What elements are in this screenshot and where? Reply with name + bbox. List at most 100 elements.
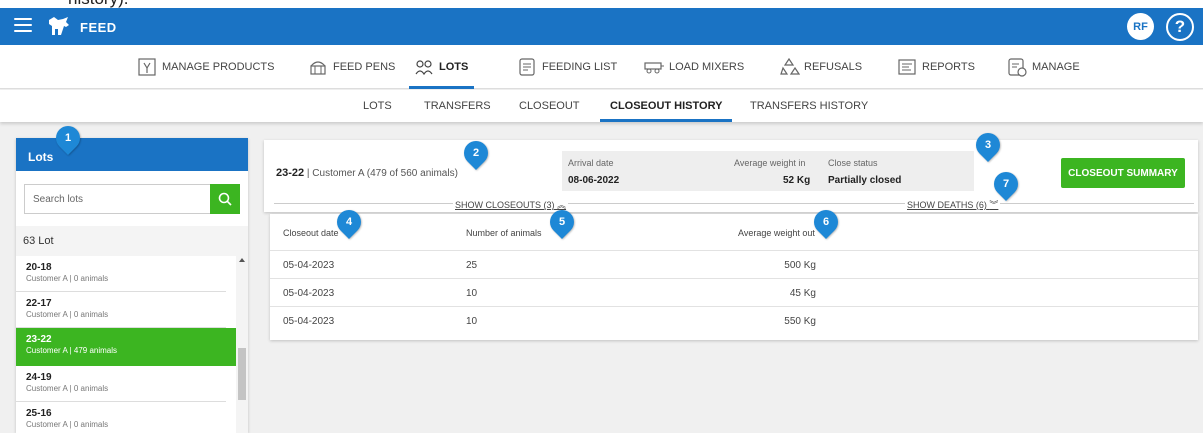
close-status-value: Partially closed [828, 175, 902, 186]
menu-icon[interactable] [14, 18, 32, 34]
refusals-icon [780, 57, 800, 75]
main-nav: MANAGE PRODUCTS FEED PENS LOTS FEEDING L… [0, 45, 1203, 89]
marker-number: 2 [472, 147, 480, 159]
table-row: 05-04-2023 10 45 Kg [270, 278, 1198, 306]
lot-code: 20-18 [26, 262, 52, 273]
nav-label: REFUSALS [804, 61, 863, 73]
tab-closeout[interactable]: CLOSEOUT [519, 90, 580, 122]
lot-subtitle: Customer A | 0 animals [26, 384, 109, 393]
nav-label: LOTS [439, 61, 469, 73]
closeouts-table: Closeout date Number of animals Average … [270, 214, 1198, 340]
scroll-up-icon[interactable] [239, 258, 245, 262]
nav-label: MANAGE PRODUCTS [162, 61, 275, 73]
nav-refusals[interactable]: REFUSALS [778, 45, 862, 89]
cell-average-weight-out: 550 Kg [784, 316, 816, 327]
cell-number-of-animals: 25 [466, 260, 478, 271]
marker-number: 3 [984, 139, 992, 151]
search-input[interactable] [25, 185, 205, 213]
arrival-date-label: Arrival date [568, 158, 614, 168]
lot-count: 63 Lot [16, 226, 248, 256]
user-avatar[interactable]: RF [1127, 13, 1154, 40]
cell-average-weight-out: 45 Kg [789, 288, 816, 299]
cell-average-weight-out: 500 Kg [784, 260, 816, 271]
manage-icon [1008, 58, 1027, 77]
nav-lots[interactable]: LOTS [408, 45, 475, 89]
caption-strip: history). [0, 0, 1203, 8]
lot-code: 22-17 [26, 298, 52, 309]
col-number-of-animals: Number of animals [466, 228, 542, 238]
col-closeout-date: Closeout date [283, 228, 339, 238]
caption-text: history). [68, 0, 128, 8]
lot-customer-info: | Customer A (479 of 560 animals) [304, 168, 458, 179]
lot-code: 24-19 [26, 372, 52, 383]
lot-item-22-17[interactable]: 22-17 Customer A | 0 animals [16, 292, 226, 328]
lot-subtitle: Customer A | 0 animals [26, 274, 109, 283]
nav-feeding-list[interactable]: FEEDING LIST [516, 45, 617, 89]
sub-nav: LOTS TRANSFERS CLOSEOUT CLOSEOUT HISTORY… [0, 90, 1203, 122]
callout-marker-4: 4 [332, 205, 366, 239]
tab-closeout-history[interactable]: CLOSEOUT HISTORY [599, 90, 733, 122]
lots-icon [415, 60, 433, 76]
nav-load-mixers[interactable]: LOAD MIXERS [643, 45, 744, 89]
lot-code: 23-22 [26, 334, 52, 345]
nav-label: FEED PENS [333, 61, 396, 73]
lot-detail-card: 23-22 | Customer A (479 of 560 animals) … [264, 140, 1198, 212]
tab-transfers[interactable]: TRANSFERS [424, 90, 491, 122]
nav-label: MANAGE [1032, 61, 1080, 73]
feed-pens-icon [310, 61, 326, 75]
help-icon[interactable]: ? [1166, 13, 1194, 41]
nav-reports[interactable]: REPORTS [896, 45, 975, 89]
close-status-label: Close status [828, 158, 878, 168]
lot-item-25-16[interactable]: 25-16 Customer A | 0 animals [16, 402, 226, 433]
closeout-summary-button[interactable]: CLOSEOUT SUMMARY [1061, 158, 1185, 188]
cell-closeout-date: 05-04-2023 [283, 316, 335, 327]
lot-list: 20-18 Customer A | 0 animals 22-17 Custo… [16, 256, 236, 433]
marker-number: 1 [64, 132, 72, 144]
cell-number-of-animals: 10 [466, 288, 478, 299]
avg-weight-in-label: Average weight in [734, 158, 806, 168]
lot-list-scrollbar[interactable] [236, 254, 248, 433]
lot-subtitle: Customer A | 0 animals [26, 420, 109, 429]
load-mixers-icon [644, 62, 664, 74]
lot-item-24-19[interactable]: 24-19 Customer A | 0 animals [16, 366, 226, 402]
nav-manage-products[interactable]: MANAGE PRODUCTS [136, 45, 274, 89]
lot-item-20-18[interactable]: 20-18 Customer A | 0 animals [16, 256, 226, 292]
tab-transfers-history[interactable]: TRANSFERS HISTORY [750, 90, 868, 122]
nav-label: LOAD MIXERS [669, 61, 745, 73]
scroll-thumb[interactable] [238, 348, 246, 400]
table-row: 05-04-2023 10 550 Kg [270, 306, 1198, 334]
avg-weight-in-value: 52 Kg [783, 175, 811, 186]
lot-subtitle: Customer A | 479 animals [26, 346, 118, 355]
nav-manage[interactable]: MANAGE [1006, 45, 1080, 89]
callout-marker-1: 1 [51, 121, 85, 155]
callout-marker-3: 3 [971, 128, 1005, 162]
callout-marker-2: 2 [459, 136, 493, 170]
cell-closeout-date: 05-04-2023 [283, 288, 335, 299]
lot-subtitle: Customer A | 0 animals [26, 310, 109, 319]
chevron-down-icon: ︾ [989, 200, 999, 210]
lot-detail-code: 23-22 [276, 167, 305, 179]
cell-closeout-date: 05-04-2023 [283, 260, 335, 271]
show-deaths-label: SHOW DEATHS (6) [907, 200, 987, 210]
feeding-list-icon [519, 58, 535, 76]
divider [274, 203, 1194, 204]
callout-marker-6: 6 [809, 205, 843, 239]
nav-label: FEEDING LIST [542, 61, 618, 73]
col-average-weight-out: Average weight out [738, 228, 815, 238]
tab-lots[interactable]: LOTS [363, 90, 392, 122]
cell-number-of-animals: 10 [466, 316, 478, 327]
lot-code: 25-16 [26, 408, 52, 419]
reports-icon [898, 59, 916, 75]
lots-panel: Lots 63 Lot 20-18 Customer A | 0 animals… [16, 138, 248, 433]
callout-marker-7: 7 [989, 167, 1023, 201]
callout-marker-5: 5 [545, 205, 579, 239]
nav-feed-pens[interactable]: FEED PENS [307, 45, 395, 89]
arrival-date-value: 08-06-2022 [568, 175, 620, 186]
lot-item-23-22[interactable]: 23-22 Customer A | 479 animals [16, 328, 236, 366]
lot-info-box: Arrival date 08-06-2022 Average weight i… [562, 151, 974, 191]
show-closeouts-label: SHOW CLOSEOUTS (3) [455, 200, 555, 210]
marker-number: 6 [822, 216, 830, 228]
app-bar: FEED RF ? [0, 8, 1203, 45]
search-button[interactable] [210, 184, 240, 214]
show-deaths-link[interactable]: SHOW DEATHS (6) ︾ [905, 198, 1001, 211]
